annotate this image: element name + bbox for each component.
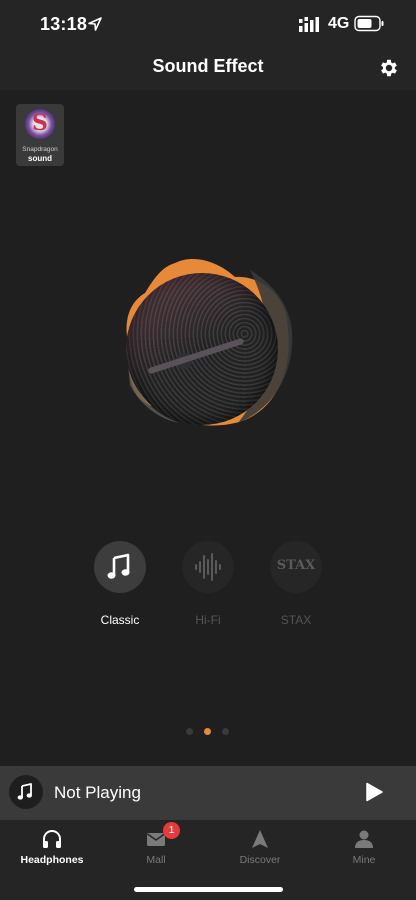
mode-label: Hi-Fi — [195, 613, 221, 627]
mode-stax[interactable]: STAX STAX — [256, 540, 336, 630]
tab-label: Headphones — [20, 854, 84, 866]
now-playing-title: Not Playing — [54, 783, 141, 802]
mini-player[interactable]: Not Playing — [0, 766, 416, 820]
page-dot-active — [204, 728, 211, 735]
play-icon[interactable] — [364, 782, 384, 802]
badge-word: sound — [28, 154, 52, 163]
tab-discover[interactable]: Discover — [208, 820, 312, 880]
compass-arrow-icon — [252, 830, 268, 848]
mode-label: Classic — [100, 613, 140, 627]
tab-mall[interactable]: 1 Mall — [104, 820, 208, 880]
mode-label: STAX — [280, 613, 312, 627]
mode-classic[interactable]: Classic — [80, 540, 160, 630]
mode-hifi[interactable]: Hi-Fi — [168, 540, 248, 630]
location-arrow-icon — [88, 17, 102, 31]
battery-icon — [354, 15, 384, 32]
album-art-disc — [126, 273, 278, 425]
tab-mine[interactable]: Mine — [312, 820, 416, 880]
snapdragon-sound-badge[interactable]: S Snapdragon sound — [16, 104, 64, 166]
cellular-signal-icon — [299, 17, 319, 32]
sound-effect-visualizer — [120, 255, 300, 430]
player-artwork — [9, 775, 43, 809]
page-title: Sound Effect — [152, 56, 264, 76]
page-dot — [186, 728, 193, 735]
page-dot — [222, 728, 229, 735]
badge-letter: S — [32, 110, 48, 136]
tab-label: Discover — [239, 854, 281, 866]
notification-badge: 1 — [163, 822, 180, 839]
user-icon — [355, 830, 373, 848]
gear-icon[interactable] — [378, 57, 400, 79]
stax-logo: STAX — [276, 558, 316, 573]
snapdragon-logo-icon: S — [25, 109, 55, 139]
status-bar: 13:18 4G — [0, 0, 416, 48]
waveform-icon — [195, 553, 221, 581]
badge-brand: Snapdragon — [22, 146, 58, 153]
tab-headphones[interactable]: Headphones — [0, 820, 104, 880]
tab-label: Mall — [146, 854, 166, 866]
headphones-icon — [43, 830, 61, 848]
status-time: 13:18 — [40, 14, 88, 34]
page-indicator — [186, 728, 232, 736]
music-note-icon — [17, 783, 32, 800]
sound-mode-selector: Classic Hi-Fi STAX STAX — [0, 540, 416, 630]
network-type: 4G — [328, 15, 350, 32]
tab-label: Mine — [352, 854, 376, 866]
music-note-icon — [107, 553, 130, 579]
home-indicator — [134, 887, 283, 892]
header: Sound Effect — [0, 48, 416, 90]
